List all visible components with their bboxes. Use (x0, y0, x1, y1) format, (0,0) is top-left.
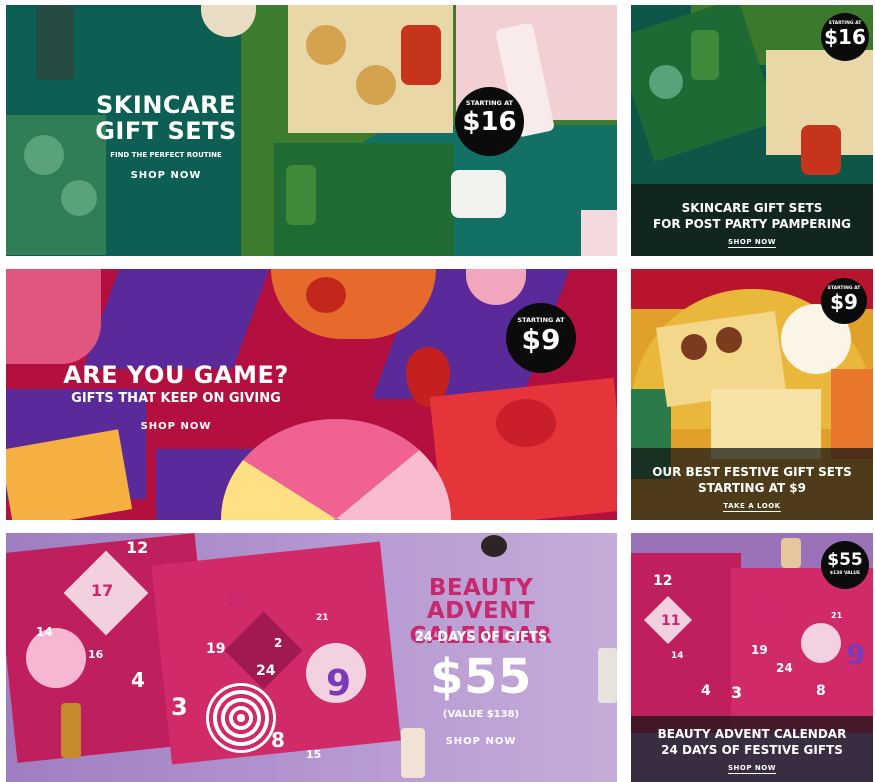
calendar-number: 4 (701, 683, 711, 699)
red-bow-decoration (496, 399, 556, 447)
skincare-gift-sets-banner[interactable]: SKINCARE GIFT SETS FIND THE PERFECT ROUT… (6, 5, 617, 256)
calendar-number: 16 (88, 648, 104, 661)
pink-gift-wrap-decoration (6, 269, 101, 364)
calendar-number: 9 (326, 663, 352, 704)
calendar-number: 11 (661, 613, 681, 629)
circle-pattern-decoration (356, 65, 396, 105)
pink-gift-box-corner (581, 210, 617, 256)
jar-decoration (681, 334, 707, 360)
cta-label[interactable]: SHOP NOW (728, 764, 776, 774)
caption-line-1: SKINCARE GIFT SETS (681, 201, 823, 215)
shop-now-link[interactable]: SHOP NOW (106, 170, 226, 182)
red-serum-bottle (401, 25, 441, 85)
calendar-number: 24 (776, 661, 793, 675)
price-badge: STARTING AT $16 (455, 87, 524, 156)
beauty-advent-calendar-banner[interactable]: 12 17 14 16 4 20 19 24 21 9 3 8 15 2 BEA… (6, 533, 617, 782)
purple-checker-decoration (82, 269, 270, 369)
banner-heading: ARE YOU GAME? (63, 361, 289, 389)
price-badge: STARTING AT $9 (821, 278, 867, 324)
red-serum-bottle (801, 125, 841, 175)
calendar-number: 8 (271, 728, 285, 752)
banner-value: (VALUE $138) (442, 709, 520, 720)
shop-now-link[interactable]: SHOP NOW (631, 238, 873, 248)
calendar-number: 9 (846, 638, 866, 671)
price-badge: STARTING AT $16 (821, 13, 869, 61)
cta-label[interactable]: SHOP NOW (728, 238, 776, 248)
calendar-number: 21 (831, 611, 843, 620)
pattern-decoration (26, 628, 86, 688)
caption-bar: OUR BEST FESTIVE GIFT SETS STARTING AT $… (631, 448, 873, 520)
heading-line-1: BEAUTY ADVENT (426, 575, 536, 624)
badge-price: $16 (824, 25, 866, 49)
badge-price: $16 (462, 107, 517, 137)
caption-line-1: BEAUTY ADVENT CALENDAR (657, 727, 847, 741)
jar-decoration (716, 327, 742, 353)
badge-price: $9 (830, 290, 858, 314)
calendar-number: 3 (731, 683, 743, 702)
green-serum-bottle (691, 30, 719, 80)
calendar-number: 17 (91, 581, 114, 600)
banner-subheading: 24 DAYS OF GIFTS (414, 630, 548, 645)
caption-line-2: FOR POST PARTY PAMPERING (652, 217, 852, 231)
calendar-number: 14 (671, 651, 684, 661)
calendar-number: 21 (316, 613, 329, 623)
jar-decoration (481, 535, 507, 557)
calendar-number: 4 (131, 668, 145, 692)
calendar-number: 20 (761, 601, 778, 615)
product-bottle-decoration (598, 648, 617, 703)
are-you-game-banner[interactable]: ARE YOU GAME? GIFTS THAT KEEP ON GIVING … (6, 269, 617, 520)
caption-bar: SKINCARE GIFT SETS FOR POST PARTY PAMPER… (631, 184, 873, 256)
banner-heading: SKINCARE GIFT SETS (81, 93, 251, 143)
calendar-number: 12 (653, 573, 673, 589)
badge-label: STARTING AT (465, 99, 514, 107)
product-bottle-decoration (61, 703, 81, 758)
calendar-number: 8 (816, 683, 826, 699)
badge-value: $138 VALUE (829, 571, 861, 576)
skincare-post-party-banner[interactable]: STARTING AT $16 SKINCARE GIFT SETS FOR P… (631, 5, 873, 256)
badge-price: $55 (827, 550, 863, 570)
calendar-number: 14 (36, 625, 53, 639)
caption-bar: BEAUTY ADVENT CALENDAR 24 DAYS OF FESTIV… (631, 716, 873, 782)
calendar-number: 2 (274, 636, 283, 650)
product-bottle-decoration (781, 538, 801, 568)
calendar-number: 12 (126, 538, 149, 557)
green-jar-decoration (451, 170, 506, 218)
take-a-look-link[interactable]: TAKE A LOOK (631, 502, 873, 512)
bottle-decoration (36, 5, 74, 80)
circle-pattern-decoration (649, 65, 683, 99)
calendar-number: 20 (228, 593, 248, 609)
caption-line-1: OUR BEST FESTIVE GIFT SETS (652, 465, 852, 479)
heading-line-1: SKINCARE (96, 91, 236, 119)
banner-subheading: GIFTS THAT KEEP ON GIVING (71, 391, 281, 406)
shop-now-link[interactable]: SHOP NOW (631, 764, 873, 774)
advent-calendar-box (631, 553, 741, 733)
caption-line-2: 24 DAYS OF FESTIVE GIFTS (661, 743, 843, 757)
cta-label[interactable]: TAKE A LOOK (723, 502, 781, 512)
pattern-decoration (206, 683, 276, 753)
advent-calendar-side-banner[interactable]: 12 11 14 4 20 19 24 21 9 8 3 $55 $138 VA… (631, 533, 873, 782)
best-festive-gift-sets-banner[interactable]: STARTING AT $9 OUR BEST FESTIVE GIFT SET… (631, 269, 873, 520)
shop-now-link[interactable]: SHOP NOW (421, 736, 541, 748)
banner-subheading: FIND THE PERFECT ROUTINE (110, 151, 222, 159)
orange-gift-tin (831, 369, 873, 459)
caption-line-2: STARTING AT $9 (697, 481, 807, 495)
circle-pattern-decoration (61, 180, 97, 216)
spinning-wheel-gift (221, 419, 451, 520)
calendar-number: 15 (306, 748, 322, 761)
price-badge: STARTING AT $9 (506, 303, 576, 373)
pattern-decoration (801, 623, 841, 663)
circle-pattern-decoration (24, 135, 64, 175)
badge-price: $9 (521, 323, 561, 356)
circle-pattern-decoration (306, 25, 346, 65)
price-badge: $55 $138 VALUE (821, 541, 869, 589)
heading-line-2: GIFT SETS (95, 117, 237, 145)
calendar-number: 19 (751, 643, 768, 657)
shop-now-link[interactable]: SHOP NOW (116, 421, 236, 433)
strawberry-decoration (306, 277, 346, 313)
banner-price: $55 (430, 649, 532, 705)
green-serum-bottle (286, 165, 316, 225)
calendar-number: 24 (256, 663, 276, 679)
calendar-number: 19 (206, 641, 226, 657)
calendar-number: 3 (171, 693, 188, 721)
